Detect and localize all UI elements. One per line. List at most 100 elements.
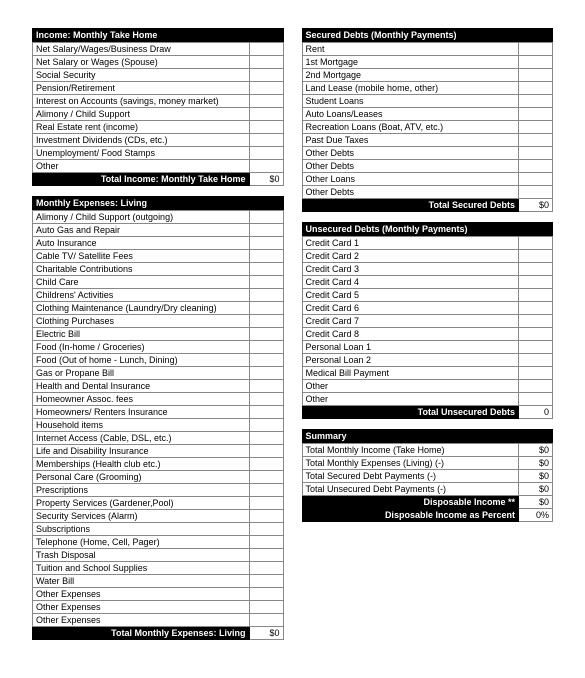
- row-value-cell[interactable]: [249, 108, 283, 121]
- row-value-cell[interactable]: [249, 406, 283, 419]
- row-value-cell[interactable]: [249, 302, 283, 315]
- row-label: Auto Loans/Leases: [302, 108, 519, 121]
- row-value-cell[interactable]: [249, 471, 283, 484]
- row-value-cell[interactable]: [249, 289, 283, 302]
- row-value-cell[interactable]: [249, 601, 283, 614]
- row-value-cell[interactable]: [249, 315, 283, 328]
- table-row: Personal Loan 2: [302, 354, 553, 367]
- row-value-cell[interactable]: [519, 263, 553, 276]
- row-value-cell[interactable]: [249, 497, 283, 510]
- row-value-cell[interactable]: [249, 536, 283, 549]
- summary-label: Total Monthly Income (Take Home): [302, 444, 519, 457]
- row-value-cell[interactable]: [249, 549, 283, 562]
- row-value-cell[interactable]: [519, 160, 553, 173]
- row-label: Pension/Retirement: [33, 82, 250, 95]
- row-value-cell[interactable]: [249, 250, 283, 263]
- row-label: Interest on Accounts (savings, money mar…: [33, 95, 250, 108]
- row-value-cell[interactable]: [249, 147, 283, 160]
- row-value-cell[interactable]: [519, 289, 553, 302]
- row-value-cell[interactable]: [249, 341, 283, 354]
- row-value-cell[interactable]: [519, 69, 553, 82]
- row-value-cell[interactable]: [249, 43, 283, 56]
- row-value-cell[interactable]: [249, 523, 283, 536]
- table-row: Other Debts: [302, 160, 553, 173]
- row-value-cell[interactable]: [519, 43, 553, 56]
- row-value-cell[interactable]: [519, 393, 553, 406]
- expenses-header: Monthly Expenses: Living: [32, 196, 284, 210]
- table-row: Interest on Accounts (savings, money mar…: [33, 95, 284, 108]
- row-value-cell[interactable]: [519, 56, 553, 69]
- row-value-cell[interactable]: [249, 614, 283, 627]
- row-value-cell[interactable]: [519, 341, 553, 354]
- row-value-cell[interactable]: [519, 328, 553, 341]
- row-value-cell[interactable]: [249, 328, 283, 341]
- row-value-cell[interactable]: [519, 95, 553, 108]
- row-value-cell[interactable]: [519, 147, 553, 160]
- row-value-cell[interactable]: [249, 224, 283, 237]
- table-row: Charitable Contributions: [33, 263, 284, 276]
- row-label: Memberships (Health club etc.): [33, 458, 250, 471]
- row-value-cell[interactable]: [519, 82, 553, 95]
- row-label: Property Services (Gardener,Pool): [33, 497, 250, 510]
- row-label: Cable TV/ Satellite Fees: [33, 250, 250, 263]
- row-value-cell[interactable]: [249, 562, 283, 575]
- row-value-cell[interactable]: [519, 276, 553, 289]
- total-value: $0: [249, 173, 283, 186]
- row-value-cell[interactable]: [249, 276, 283, 289]
- row-value-cell[interactable]: [249, 237, 283, 250]
- row-value-cell[interactable]: [249, 432, 283, 445]
- table-row: Credit Card 6: [302, 302, 553, 315]
- row-value-cell[interactable]: [249, 393, 283, 406]
- table-row: Net Salary or Wages (Spouse): [33, 56, 284, 69]
- row-value-cell[interactable]: [249, 419, 283, 432]
- row-value-cell[interactable]: [249, 510, 283, 523]
- income-table: Net Salary/Wages/Business DrawNet Salary…: [32, 42, 284, 186]
- table-row: Childrens' Activities: [33, 289, 284, 302]
- table-row: Recreation Loans (Boat, ATV, etc.): [302, 121, 553, 134]
- table-row: Net Salary/Wages/Business Draw: [33, 43, 284, 56]
- row-label: Prescriptions: [33, 484, 250, 497]
- table-row: Personal Care (Grooming): [33, 471, 284, 484]
- row-label: Alimony / Child Support: [33, 108, 250, 121]
- table-row: Other Debts: [302, 147, 553, 160]
- row-value-cell[interactable]: [249, 160, 283, 173]
- row-value-cell[interactable]: [519, 173, 553, 186]
- row-value-cell[interactable]: [249, 263, 283, 276]
- row-value-cell[interactable]: [249, 484, 283, 497]
- row-value-cell[interactable]: [519, 237, 553, 250]
- row-value-cell[interactable]: [519, 315, 553, 328]
- row-value-cell[interactable]: [249, 380, 283, 393]
- row-value-cell[interactable]: [249, 95, 283, 108]
- row-value-cell[interactable]: [519, 354, 553, 367]
- income-header: Income: Monthly Take Home: [32, 28, 284, 42]
- row-value-cell[interactable]: [249, 458, 283, 471]
- row-value-cell[interactable]: [249, 69, 283, 82]
- row-value-cell[interactable]: [249, 121, 283, 134]
- row-value-cell[interactable]: [249, 354, 283, 367]
- row-value-cell[interactable]: [519, 302, 553, 315]
- row-value-cell[interactable]: [519, 186, 553, 199]
- row-value-cell[interactable]: [519, 108, 553, 121]
- row-value-cell[interactable]: [249, 134, 283, 147]
- row-value-cell[interactable]: [249, 575, 283, 588]
- row-value-cell[interactable]: [249, 82, 283, 95]
- row-value-cell[interactable]: [519, 380, 553, 393]
- row-value-cell[interactable]: [519, 134, 553, 147]
- row-value-cell[interactable]: [519, 121, 553, 134]
- disposable-percent-row: Disposable Income as Percent0%: [302, 509, 553, 522]
- row-value-cell[interactable]: [249, 56, 283, 69]
- row-label: Social Security: [33, 69, 250, 82]
- row-value-cell[interactable]: [249, 211, 283, 224]
- table-row: Clothing Maintenance (Laundry/Dry cleani…: [33, 302, 284, 315]
- row-label: Alimony / Child Support (outgoing): [33, 211, 250, 224]
- summary-bold-label: Disposable Income **: [302, 496, 519, 509]
- row-value-cell[interactable]: [249, 367, 283, 380]
- row-value-cell[interactable]: [249, 588, 283, 601]
- summary-header: Summary: [302, 429, 554, 443]
- row-label: Other: [302, 380, 519, 393]
- row-value-cell[interactable]: [249, 445, 283, 458]
- income-section: Income: Monthly Take Home Net Salary/Wag…: [32, 28, 284, 186]
- row-value-cell[interactable]: [519, 250, 553, 263]
- total-row: Total Secured Debts$0: [302, 199, 553, 212]
- row-value-cell[interactable]: [519, 367, 553, 380]
